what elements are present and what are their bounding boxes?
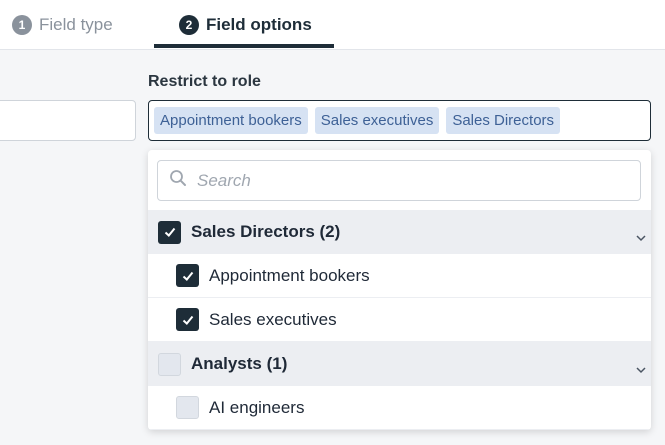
group-checkbox[interactable] bbox=[158, 352, 181, 376]
option-label: Appointment bookers bbox=[209, 265, 370, 285]
active-tab-indicator bbox=[154, 44, 334, 48]
tab-field-type[interactable]: 1 Field type bbox=[12, 0, 113, 49]
selected-role-chip[interactable]: Sales executives bbox=[314, 107, 440, 134]
group-checkbox[interactable] bbox=[158, 220, 181, 244]
role-group-option[interactable]: Analysts (1) bbox=[148, 342, 651, 386]
selected-role-chip[interactable]: Appointment bookers bbox=[154, 107, 308, 134]
role-option[interactable]: Appointment bookers bbox=[148, 254, 651, 298]
option-checkbox[interactable] bbox=[176, 308, 199, 331]
role-multiselect[interactable]: Appointment bookers Sales executives Sal… bbox=[148, 100, 651, 141]
option-label: Sales executives bbox=[209, 309, 337, 329]
role-option[interactable]: AI engineers bbox=[148, 386, 651, 430]
option-checkbox[interactable] bbox=[176, 396, 199, 419]
tab-field-options[interactable]: 2 Field options bbox=[179, 0, 312, 49]
checkmark-icon bbox=[164, 227, 175, 237]
search-box bbox=[157, 160, 641, 201]
option-label: Sales Directors (2) bbox=[191, 222, 341, 241]
chevron-down-icon[interactable] bbox=[635, 232, 647, 244]
text-input-field[interactable] bbox=[0, 100, 136, 141]
restrict-to-role-label: Restrict to role bbox=[148, 73, 261, 90]
role-option[interactable]: Sales executives bbox=[148, 298, 651, 342]
checkmark-icon bbox=[182, 315, 193, 325]
search-input[interactable] bbox=[197, 170, 617, 191]
option-label: AI engineers bbox=[209, 397, 305, 417]
option-checkbox[interactable] bbox=[176, 264, 199, 287]
option-label: Analysts (1) bbox=[191, 354, 288, 373]
role-group-option[interactable]: Sales Directors (2) bbox=[148, 210, 651, 254]
role-dropdown-menu: Sales Directors (2) Appointment bookers … bbox=[148, 150, 651, 430]
checkmark-icon bbox=[182, 271, 193, 281]
search-icon bbox=[169, 169, 187, 192]
tab-label: Field type bbox=[39, 14, 113, 34]
selected-role-chip[interactable]: Sales Directors bbox=[446, 107, 561, 134]
step-number-badge: 1 bbox=[12, 14, 32, 35]
step-number-badge: 2 bbox=[179, 14, 199, 35]
wizard-tab-bar: 1 Field type 2 Field options bbox=[0, 0, 665, 50]
chevron-down-icon[interactable] bbox=[635, 364, 647, 376]
tab-label: Field options bbox=[206, 14, 312, 34]
